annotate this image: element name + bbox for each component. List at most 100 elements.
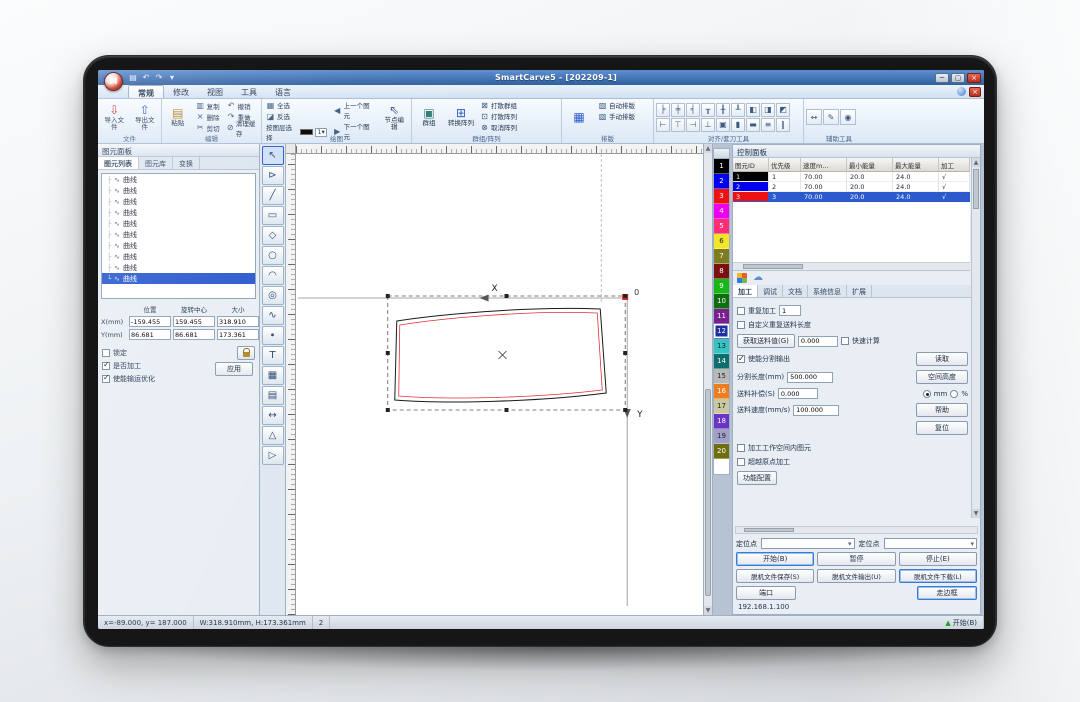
equal-height-button[interactable]: ◨ [761, 103, 775, 117]
align-center-h-button[interactable]: ╪ [671, 103, 685, 117]
scrollbar-thumb[interactable] [973, 169, 979, 209]
line-tool[interactable]: ╱ [262, 186, 284, 205]
status-start[interactable]: ▲ 开始(B) [939, 616, 984, 629]
list-item[interactable]: ├∿曲线 [102, 185, 255, 196]
undo-icon[interactable]: ↶ [141, 73, 151, 82]
select-all-button[interactable]: ▦全选 [264, 100, 329, 110]
scrollbar-thumb[interactable] [743, 264, 803, 269]
list-item[interactable]: ├∿曲线 [102, 218, 255, 229]
get-feed-value-button[interactable]: 获取送料值(G) [737, 334, 795, 348]
y-center-field[interactable] [173, 329, 215, 340]
controls-horizontal-scrollbar[interactable] [735, 526, 978, 534]
app-menu-button[interactable]: M [104, 72, 123, 91]
table-row[interactable]: 2270.0020.024.0√ [733, 182, 970, 192]
feed-speed-field[interactable] [793, 405, 839, 416]
rectangle-tool[interactable]: ▭ [262, 206, 284, 225]
process-checkbox[interactable] [102, 362, 110, 370]
convert-array-button[interactable]: ⊞ 转换阵列 [446, 100, 476, 134]
tab-tools[interactable]: 工具 [232, 85, 266, 98]
equal-width-button[interactable]: ◧ [746, 103, 760, 117]
apply-button[interactable]: 应用 [215, 362, 253, 376]
invert-select-button[interactable]: ◪反选 [264, 111, 329, 121]
tab-language[interactable]: 语言 [266, 85, 300, 98]
palette-color-16[interactable]: 16 [714, 384, 729, 399]
cloud-icon[interactable]: ☁ [753, 273, 763, 283]
preview-button[interactable]: ◉ [840, 109, 856, 125]
palette-color-4[interactable]: 4 [714, 204, 729, 219]
export-file-button[interactable]: ⇧ 导出文件 [131, 100, 160, 134]
manual-layout-button[interactable]: ▧手动排版 [596, 111, 637, 121]
knife-merge-button[interactable]: ≡ [761, 118, 775, 132]
annotate-button[interactable]: ✎ [823, 109, 839, 125]
tab-extension[interactable]: 扩展 [847, 285, 872, 297]
read-button[interactable]: 读取 [916, 352, 968, 366]
tab-normal[interactable]: 常规 [128, 85, 164, 98]
grid-view-icon[interactable] [737, 273, 747, 283]
knife-down-button[interactable]: ▬ [746, 118, 760, 132]
palette-color-11[interactable]: 11 [714, 309, 729, 324]
unit-percent-radio[interactable] [950, 390, 958, 398]
align-left-button[interactable]: ╞ [656, 103, 670, 117]
in-workspace-checkbox[interactable] [737, 444, 745, 452]
tab-process[interactable]: 加工 [733, 285, 758, 297]
x-center-field[interactable] [173, 316, 215, 327]
node-edit-tool[interactable]: ⊳ [262, 166, 284, 185]
copy-button[interactable]: ▥复制 [194, 100, 222, 111]
tab-debug[interactable]: 调试 [758, 285, 783, 297]
polygon-tool[interactable]: ◇ [262, 226, 284, 245]
hatch-tool[interactable]: ▦ [262, 366, 284, 385]
curve-tool[interactable]: ∿ [262, 306, 284, 325]
help-icon[interactable] [957, 87, 966, 96]
drawing-area[interactable]: X Y 0 [296, 154, 703, 615]
break-array-button[interactable]: ⊡打散阵列 [478, 111, 519, 121]
quick-calc-checkbox[interactable] [841, 337, 849, 345]
palette-color-15[interactable]: 15 [714, 369, 729, 384]
palette-color-8[interactable]: 8 [714, 264, 729, 279]
pause-button[interactable]: 暂停 [817, 552, 895, 566]
arc-tool[interactable]: ◠ [262, 266, 284, 285]
layout-grid-button[interactable]: ▦ [564, 100, 594, 134]
ellipse-tool[interactable]: ◎ [262, 286, 284, 305]
tab-entity-list[interactable]: 图元列表 [98, 157, 139, 169]
measure-button[interactable]: ↔ [806, 109, 822, 125]
column-header-4[interactable]: 最大能量 [893, 158, 939, 172]
scrollbar-thumb[interactable] [744, 528, 794, 532]
function-config-button[interactable]: 功能配置 [737, 471, 777, 485]
select-tool[interactable]: ↖ [262, 146, 284, 165]
unit-mm-radio[interactable] [923, 390, 931, 398]
cancel-array-button[interactable]: ⊗取消阵列 [478, 122, 519, 132]
over-origin-checkbox[interactable] [737, 458, 745, 466]
delete-button[interactable]: ×删除 [194, 111, 222, 122]
palette-color-18[interactable]: 18 [714, 414, 729, 429]
tab-entity-library[interactable]: 图元库 [139, 157, 173, 169]
palette-color-7[interactable]: 7 [714, 249, 729, 264]
canvas-vertical-scrollbar[interactable]: ▲ ▼ [704, 144, 713, 615]
space-h-button[interactable]: ⊣ [686, 118, 700, 132]
column-header-2[interactable]: 速度m... [801, 158, 847, 172]
redo-icon[interactable]: ↷ [154, 73, 164, 82]
palette-color-5[interactable]: 5 [714, 219, 729, 234]
repeat-count-field[interactable] [779, 305, 801, 316]
distribute-v-button[interactable]: ⊤ [671, 118, 685, 132]
entity-list[interactable]: ├∿曲线├∿曲线├∿曲线├∿曲线├∿曲线├∿曲线├∿曲线├∿曲线├∿曲线└∿曲线 [101, 173, 256, 299]
align-bottom-button[interactable]: ╨ [731, 103, 745, 117]
point-tool[interactable]: ∙ [262, 326, 284, 345]
distribute-h-button[interactable]: ⊢ [656, 118, 670, 132]
tab-view[interactable]: 视图 [198, 85, 232, 98]
table-row[interactable]: 3370.0020.024.0√ [733, 192, 970, 202]
palette-color-2[interactable]: 2 [714, 174, 729, 189]
column-header-1[interactable]: 优先级 [769, 158, 801, 172]
palette-header-cell[interactable] [714, 149, 729, 159]
palette-color-20[interactable]: 20 [714, 444, 729, 459]
palette-color-6[interactable]: 6 [714, 234, 729, 249]
list-item[interactable]: ├∿曲线 [102, 240, 255, 251]
column-header-5[interactable]: 加工 [939, 158, 970, 172]
undo-button[interactable]: ↶撤销 [225, 100, 259, 111]
align-right-button[interactable]: ╡ [686, 103, 700, 117]
auto-layout-button[interactable]: ▨自动排版 [596, 100, 637, 110]
ungroup-button[interactable]: ⊠打散群组 [478, 100, 519, 110]
maximize-button[interactable]: ▢ [951, 73, 965, 83]
anchor-point-dropdown-1[interactable]: ▾ [761, 538, 855, 549]
x-position-field[interactable] [129, 316, 171, 327]
list-item[interactable]: ├∿曲线 [102, 196, 255, 207]
